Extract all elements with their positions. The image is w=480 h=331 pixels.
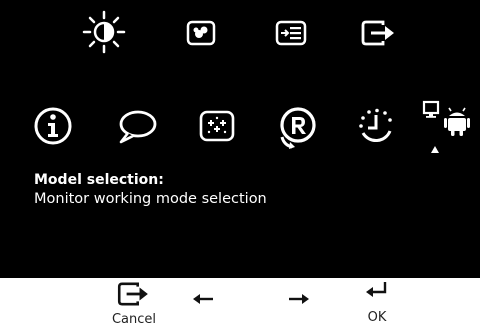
ok-button[interactable]: OK — [357, 281, 397, 325]
right-button[interactable] — [286, 290, 312, 309]
description-title: Model selection: — [34, 172, 164, 188]
left-button[interactable] — [190, 290, 216, 309]
ok-label: OK — [367, 310, 387, 325]
exit-icon[interactable] — [361, 20, 397, 46]
enter-icon — [366, 282, 387, 297]
cancel-button[interactable]: Cancel — [105, 282, 163, 327]
brightness-icon[interactable] — [82, 10, 126, 54]
information-icon[interactable] — [33, 106, 73, 146]
factory-reset-icon[interactable] — [276, 105, 318, 149]
input-signal-icon[interactable] — [275, 20, 307, 46]
model-selection-icon[interactable] — [418, 100, 470, 158]
arrow-left-icon — [193, 294, 213, 304]
description-text: Monitor working mode selection — [34, 191, 267, 207]
image-properties-icon[interactable] — [186, 20, 216, 46]
menu-settings-icon[interactable] — [199, 110, 235, 142]
language-icon[interactable] — [116, 109, 158, 145]
power-timer-icon[interactable] — [355, 107, 395, 147]
exit-icon — [117, 282, 148, 306]
cancel-label: Cancel — [111, 312, 157, 327]
arrow-right-icon — [289, 294, 309, 304]
osd-menu: Model selection: Monitor working mode se… — [0, 0, 480, 278]
description-panel: Model selection: Monitor working mode se… — [34, 172, 267, 209]
